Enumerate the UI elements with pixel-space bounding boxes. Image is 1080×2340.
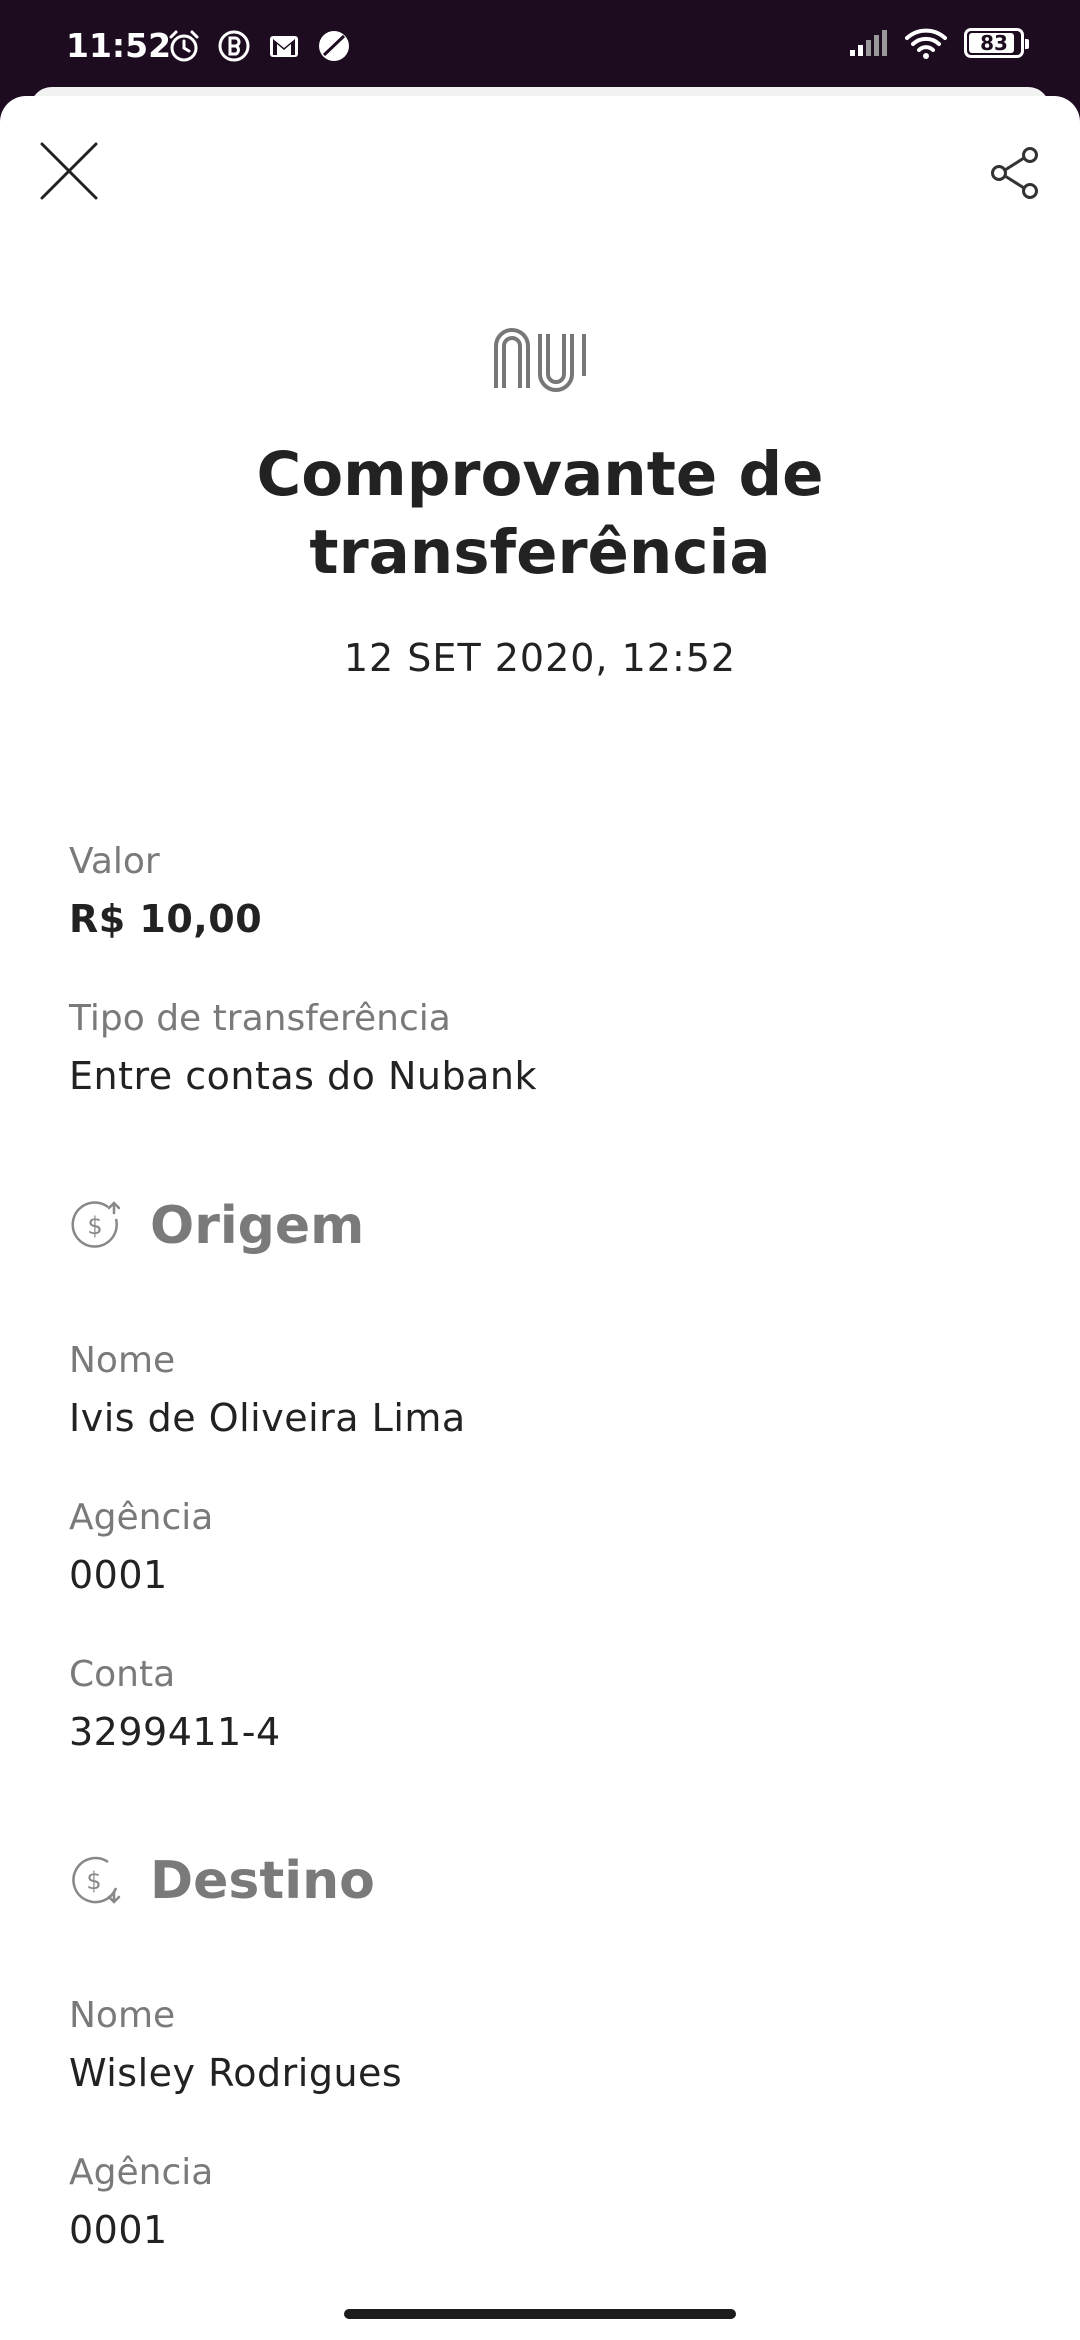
origem-conta-field: Conta 3299411-4 (69, 1651, 281, 1758)
origem-conta-value: 3299411-4 (69, 1710, 281, 1754)
destino-nome-field: Nome Wisley Rodrigues (69, 1992, 402, 2099)
money-out-icon: $ (71, 1201, 121, 1248)
alarm-icon (169, 30, 199, 62)
destino-agencia-field: Agência 0001 (69, 2149, 213, 2256)
destino-agencia-label: Agência (69, 2152, 214, 2193)
origem-title: Origem (150, 1196, 365, 1256)
destino-title: Destino (150, 1851, 375, 1911)
origem-conta-label: Conta (69, 1654, 176, 1695)
battery-percentage: 83 (980, 31, 1008, 55)
origem-nome-label: Nome (69, 1340, 176, 1381)
transfer-datetime: 12 SET 2020, 12:52 (343, 636, 737, 680)
status-bar: 11:52 83 (0, 0, 1080, 92)
destino-agencia-value: 0001 (69, 2208, 168, 2252)
signal-icon (850, 30, 887, 56)
valor-label: Valor (69, 841, 160, 882)
valor-value: R$ 10,00 (69, 897, 263, 941)
origem-agencia-label: Agência (69, 1497, 214, 1538)
tipo-field: Tipo de transferência Entre contas do Nu… (69, 995, 537, 1102)
origem-nome-field: Nome Ivis de Oliveira Lima (69, 1337, 466, 1444)
moon-icon (319, 31, 349, 61)
home-indicator[interactable] (344, 2309, 736, 2319)
b-icon (218, 30, 250, 62)
svg-text:$: $ (86, 1867, 101, 1895)
nubank-logo (494, 328, 586, 392)
notification-icons (166, 28, 352, 64)
gmail-icon (270, 36, 298, 57)
tipo-label: Tipo de transferência (69, 998, 451, 1039)
destino-nome-label: Nome (69, 1995, 176, 2036)
close-icon[interactable] (36, 138, 102, 204)
tipo-value: Entre contas do Nubank (69, 1054, 537, 1098)
page-title: Comprovante de transferência (0, 436, 1080, 592)
page-title-line1: Comprovante de (256, 439, 824, 510)
destino-nome-value: Wisley Rodrigues (69, 2051, 403, 2095)
money-in-icon: $ (72, 1856, 121, 1904)
system-status: 83 (848, 26, 1029, 60)
wifi-icon (905, 28, 947, 59)
status-time: 11:52 (66, 26, 172, 65)
origem-agencia-value: 0001 (69, 1553, 168, 1597)
origem-section-header: $ Origem (68, 1196, 364, 1256)
destino-section-header: $ Destino (68, 1851, 375, 1911)
origem-nome-value: Ivis de Oliveira Lima (69, 1396, 466, 1440)
svg-text:$: $ (87, 1212, 102, 1240)
battery-icon: 83 (964, 28, 1029, 58)
origem-agencia-field: Agência 0001 (69, 1494, 213, 1601)
valor-field: Valor R$ 10,00 (69, 838, 262, 945)
share-icon[interactable] (988, 146, 1044, 200)
page-title-line2: transferência (309, 517, 771, 588)
